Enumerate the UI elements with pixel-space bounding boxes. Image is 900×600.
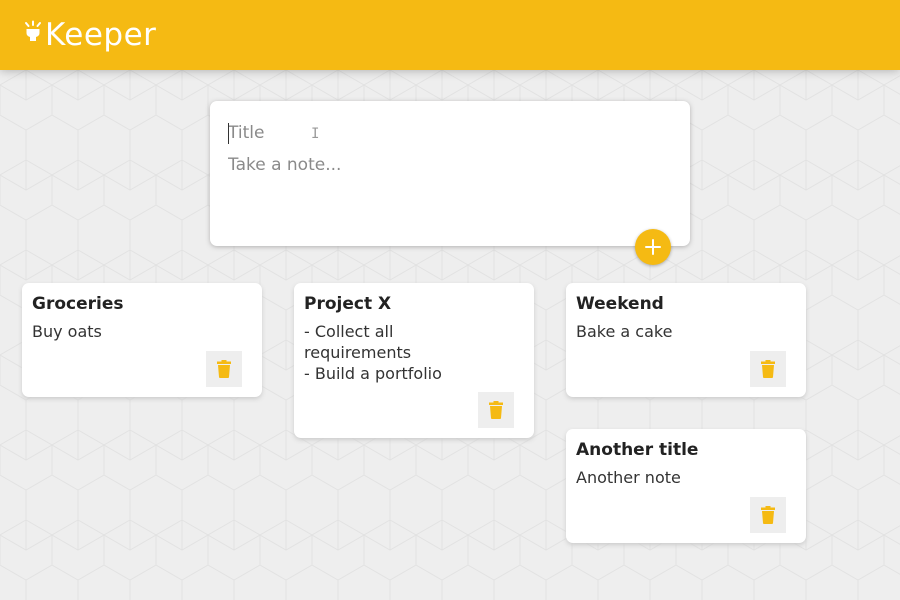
app-header: Keeper bbox=[0, 0, 900, 70]
note-title: Another title bbox=[576, 440, 699, 460]
delete-note-button[interactable] bbox=[478, 392, 514, 428]
note-title: Weekend bbox=[576, 294, 664, 314]
note-card: Groceries Buy oats bbox=[22, 283, 262, 397]
delete-note-button[interactable] bbox=[750, 497, 786, 533]
create-note-form bbox=[210, 101, 690, 246]
plus-icon bbox=[645, 239, 661, 255]
note-content: - Collect all requirements - Build a por… bbox=[304, 322, 442, 383]
note-content: Another note bbox=[576, 468, 681, 487]
note-card: Project X - Collect all requirements - B… bbox=[294, 283, 534, 438]
note-title-input[interactable] bbox=[228, 121, 668, 145]
app-title: Keeper bbox=[45, 17, 157, 53]
add-note-button[interactable] bbox=[635, 229, 671, 265]
note-content: Buy oats bbox=[32, 322, 102, 341]
note-content: Bake a cake bbox=[576, 322, 673, 341]
lightbulb-icon bbox=[25, 20, 41, 41]
text-caret bbox=[228, 123, 229, 144]
note-content-input[interactable] bbox=[228, 153, 668, 233]
note-title: Groceries bbox=[32, 294, 124, 314]
note-card: Weekend Bake a cake bbox=[566, 283, 806, 397]
note-card: Another title Another note bbox=[566, 429, 806, 543]
mouse-cursor-icon: I bbox=[311, 126, 320, 142]
note-title: Project X bbox=[304, 294, 392, 314]
trash-icon bbox=[761, 360, 775, 378]
delete-note-button[interactable] bbox=[206, 351, 242, 387]
app-logo: Keeper bbox=[24, 13, 156, 57]
trash-icon bbox=[217, 360, 231, 378]
trash-icon bbox=[761, 506, 775, 524]
trash-icon bbox=[489, 401, 503, 419]
delete-note-button[interactable] bbox=[750, 351, 786, 387]
